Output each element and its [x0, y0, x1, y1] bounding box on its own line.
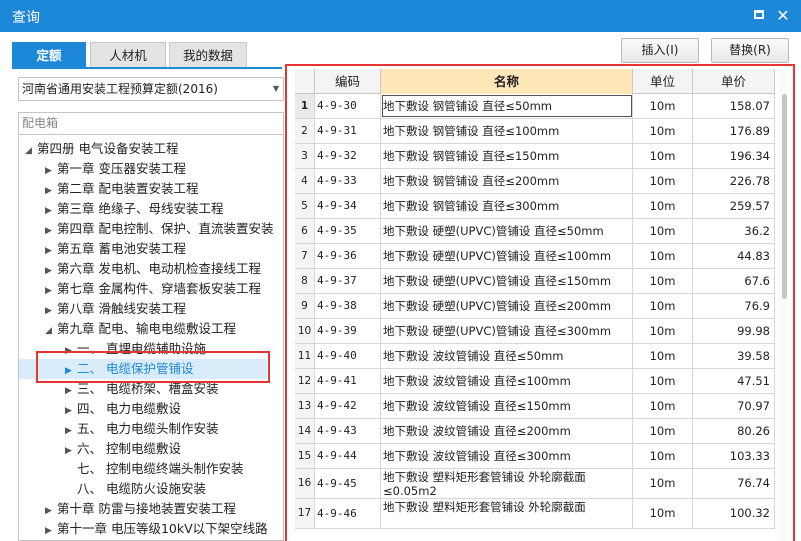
- tree-item-chapter11[interactable]: ▶ 第十一章 电压等级10kV以下架空线路: [45, 519, 268, 539]
- dialog-body: 定额 人材机 我的数据 插入(I) 替换(R) 河南省通用安装工程预算定额(20…: [0, 32, 801, 541]
- chevron-right-icon[interactable]: ▶: [45, 241, 57, 261]
- chevron-right-icon[interactable]: ▶: [65, 421, 77, 441]
- chevron-right-icon[interactable]: ▶: [45, 501, 57, 521]
- tree-item-chapter6[interactable]: ▶ 第六章 发电机、电动机检查接线工程: [45, 259, 261, 279]
- table-highlight-box: [285, 64, 795, 541]
- tree-item-section8[interactable]: 八、 电缆防火设施安装: [77, 479, 206, 499]
- tree-item-chapter9[interactable]: ◢ 第九章 配电、输电电缆敷设工程: [45, 319, 236, 339]
- tab-materials[interactable]: 人材机: [90, 42, 166, 68]
- tree-item-chapter8[interactable]: ▶ 第八章 滑触线安装工程: [45, 299, 186, 319]
- chapter-tree: ◢ 第四册 电气设备安装工程 ▶ 第一章 变压器安装工程 ▶ 第二章 配电装置安装工程…: [18, 134, 284, 541]
- chevron-right-icon[interactable]: ▶: [65, 381, 77, 401]
- tree-item-book4[interactable]: ◢ 第四册 电气设备安装工程: [25, 139, 178, 159]
- tree-item-chapter7[interactable]: ▶ 第七章 金属构件、穿墙套板安装工程: [45, 279, 261, 299]
- chevron-down-icon[interactable]: ◢: [45, 321, 57, 341]
- tab-underline: [12, 67, 282, 69]
- tab-quota[interactable]: 定额: [12, 42, 86, 68]
- tab-my-data[interactable]: 我的数据: [169, 42, 247, 68]
- maximize-icon[interactable]: [751, 8, 767, 24]
- tree-item-section7[interactable]: 七、 控制电缆终端头制作安装: [77, 459, 243, 479]
- chevron-right-icon[interactable]: ▶: [45, 221, 57, 241]
- tree-item-section4[interactable]: ▶ 四、 电力电缆敷设: [65, 399, 181, 419]
- chevron-right-icon[interactable]: ▶: [45, 301, 57, 321]
- selection-highlight-box: [36, 351, 270, 383]
- title-bar: 查询 ✕: [0, 0, 801, 32]
- tree-item-chapter4[interactable]: ▶ 第四章 配电控制、保护、直流装置安装: [45, 219, 273, 239]
- window-title: 查询: [12, 10, 40, 26]
- replace-button[interactable]: 替换(R): [711, 38, 789, 63]
- chevron-right-icon[interactable]: ▶: [45, 201, 57, 221]
- chevron-down-icon[interactable]: ◢: [25, 141, 37, 161]
- close-icon[interactable]: ✕: [775, 8, 791, 24]
- tree-item-chapter3[interactable]: ▶ 第三章 绝缘子、母线安装工程: [45, 199, 223, 219]
- chevron-right-icon[interactable]: ▶: [45, 521, 57, 540]
- insert-button[interactable]: 插入(I): [621, 38, 699, 63]
- chevron-right-icon[interactable]: ▶: [65, 401, 77, 421]
- library-select[interactable]: 河南省通用安装工程预算定额(2016) ▼: [18, 77, 284, 101]
- tree-item-section6[interactable]: ▶ 六、 控制电缆敷设: [65, 439, 181, 459]
- tree-item-chapter2[interactable]: ▶ 第二章 配电装置安装工程: [45, 179, 198, 199]
- chevron-right-icon[interactable]: ▶: [65, 441, 77, 461]
- tree-item-chapter1[interactable]: ▶ 第一章 变压器安装工程: [45, 159, 186, 179]
- tree-item-chapter5[interactable]: ▶ 第五章 蓄电池安装工程: [45, 239, 186, 259]
- library-select-value: 河南省通用安装工程预算定额(2016): [22, 82, 218, 96]
- tree-item-section5[interactable]: ▶ 五、 电力电缆头制作安装: [65, 419, 218, 439]
- chevron-right-icon[interactable]: ▶: [45, 161, 57, 181]
- chevron-down-icon[interactable]: ▼: [273, 78, 279, 100]
- search-input[interactable]: 配电箱: [18, 112, 284, 135]
- chevron-right-icon[interactable]: ▶: [45, 181, 57, 201]
- chevron-right-icon[interactable]: ▶: [45, 261, 57, 281]
- chevron-right-icon[interactable]: ▶: [45, 281, 57, 301]
- tree-item-chapter10[interactable]: ▶ 第十章 防雷与接地装置安装工程: [45, 499, 236, 519]
